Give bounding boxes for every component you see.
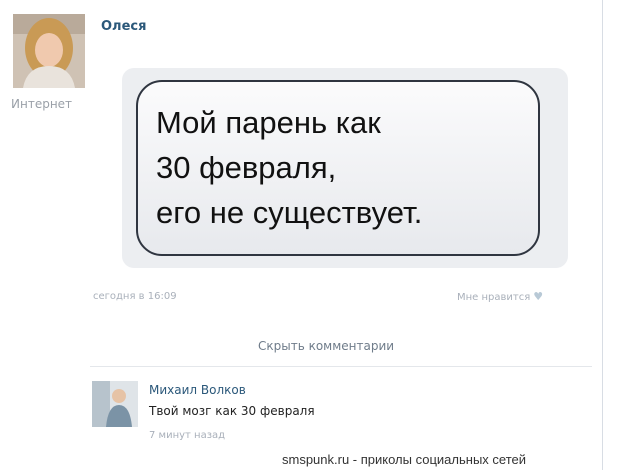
author-avatar[interactable]	[13, 14, 85, 88]
commenter-name[interactable]: Михаил Волков	[149, 383, 246, 397]
heart-icon: ♥	[533, 290, 544, 303]
message-text: Мой парень как 30 февраля, его не сущест…	[156, 100, 422, 235]
message-line-1: Мой парень как	[156, 105, 381, 140]
like-label: Мне нравится	[457, 292, 531, 303]
online-status: Интернет	[11, 97, 73, 111]
message-bubble: Мой парень как 30 февраля, его не сущест…	[136, 80, 540, 256]
comment-timestamp[interactable]: 7 минут назад	[149, 430, 225, 441]
hide-comments-link[interactable]: Скрыть комментарии	[258, 339, 394, 353]
site-watermark: smspunk.ru - приколы социальных сетей	[282, 452, 526, 467]
post-author[interactable]: Олеся	[101, 19, 146, 34]
comment-text: Твой мозг как 30 февраля	[149, 404, 315, 418]
message-image: Мой парень как 30 февраля, его не сущест…	[122, 68, 568, 268]
like-button[interactable]: Мне нравится ♥	[457, 290, 543, 303]
divider	[90, 366, 592, 367]
message-line-3: его не существует.	[156, 195, 423, 230]
message-line-2: 30 февраля,	[156, 150, 337, 185]
right-border	[602, 0, 603, 470]
commenter-avatar[interactable]	[92, 381, 138, 427]
post-timestamp[interactable]: сегодня в 16:09	[93, 291, 177, 302]
